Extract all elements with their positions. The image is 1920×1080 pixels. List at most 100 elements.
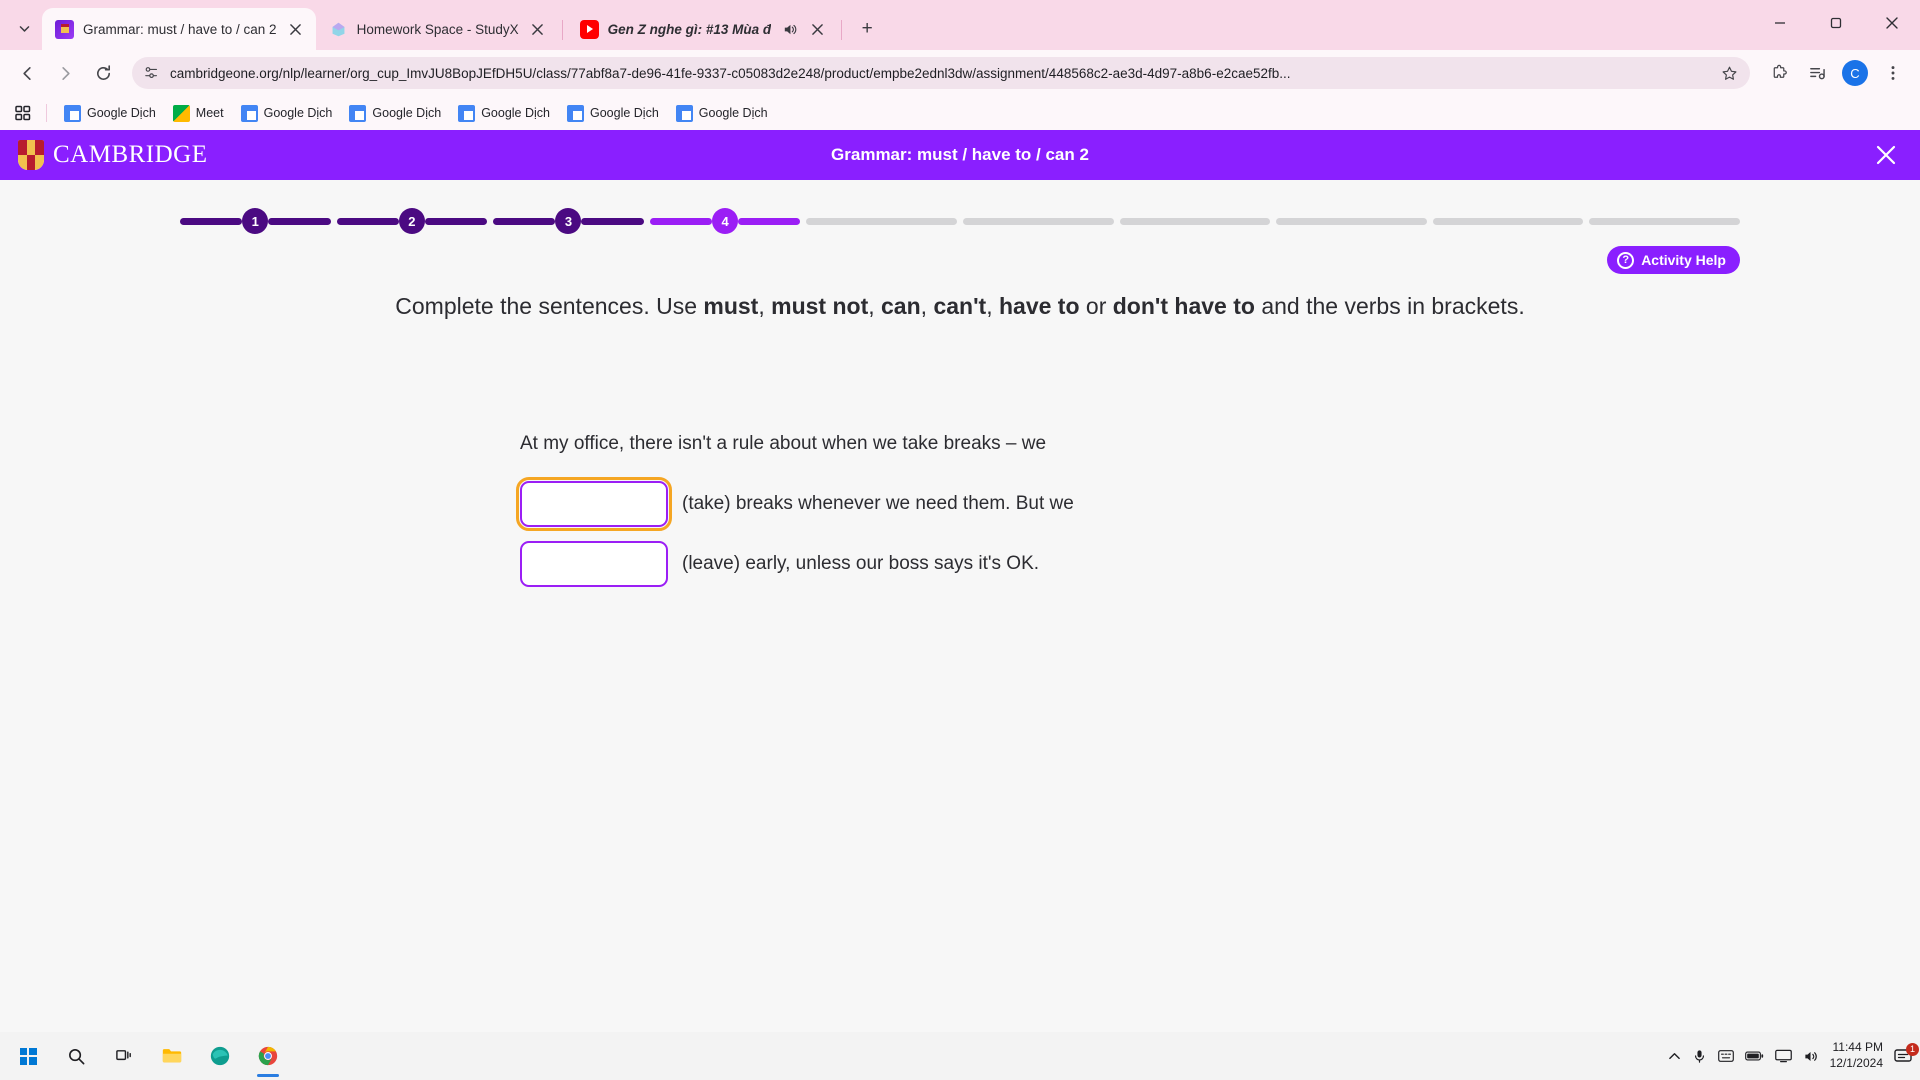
- progress-bar: 1 2 3 4: [160, 180, 1760, 234]
- taskbar-icons: [6, 1034, 290, 1078]
- bookmark-label: Meet: [195, 106, 224, 120]
- instruction-part-6: ,: [920, 293, 934, 319]
- browser-tab-studyx[interactable]: Homework Space - StudyX: [316, 8, 558, 50]
- tab-divider: [561, 20, 563, 40]
- close-icon[interactable]: [528, 19, 548, 39]
- tab-title: Grammar: must / have to / can 2: [83, 21, 277, 37]
- volume-icon[interactable]: [1803, 1049, 1819, 1064]
- ime-icon[interactable]: [1717, 1049, 1734, 1063]
- notification-bell-icon[interactable]: 1: [1894, 1043, 1919, 1064]
- cambridge-logo[interactable]: CAMBRIDGE: [18, 140, 208, 170]
- browser-tab-cambridge[interactable]: Grammar: must / have to / can 2: [42, 8, 316, 50]
- system-tray: 11:44 PM 12/1/2024 1: [1668, 1040, 1919, 1071]
- extensions-icon[interactable]: [1762, 56, 1796, 90]
- tab-audio-icon[interactable]: [780, 22, 798, 37]
- activity-header: CAMBRIDGE Grammar: must / have to / can …: [0, 130, 1920, 180]
- instruction-part-2: ,: [758, 293, 772, 319]
- close-window-icon[interactable]: [1864, 0, 1920, 46]
- bookmark-label: Google Dịch: [481, 106, 550, 120]
- start-button[interactable]: [6, 1034, 50, 1078]
- bookmarks-bar: Google Dịch Meet Google Dịch Google Dịch…: [0, 96, 1920, 130]
- close-activity-icon[interactable]: [1876, 145, 1896, 165]
- clock-time: 11:44 PM: [1832, 1040, 1883, 1055]
- bookmark-item-1[interactable]: Meet: [166, 102, 231, 125]
- bookmark-item-2[interactable]: Google Dịch: [234, 102, 340, 125]
- show-hidden-icons-chevron[interactable]: [1668, 1050, 1681, 1063]
- studyx-icon: [329, 20, 348, 39]
- site-settings-icon[interactable]: [144, 65, 160, 81]
- instruction-part-11: don't have to: [1112, 293, 1255, 319]
- translate-icon: [64, 104, 81, 122]
- instruction-part-1: must: [703, 293, 759, 319]
- clock-date: 12/1/2024: [1829, 1056, 1883, 1070]
- media-control-icon[interactable]: [1800, 56, 1834, 90]
- new-tab-button[interactable]: +: [852, 14, 882, 44]
- display-icon[interactable]: [1774, 1049, 1792, 1063]
- close-icon[interactable]: [286, 19, 306, 39]
- activity-card: 1 2 3 4 ? Activity Help Complete the sen…: [160, 180, 1760, 1032]
- bookmark-item-3[interactable]: Google Dịch: [342, 102, 448, 125]
- search-button[interactable]: [54, 1034, 98, 1078]
- progress-step-8[interactable]: [1276, 217, 1427, 225]
- avatar[interactable]: C: [1838, 56, 1872, 90]
- bookmark-item-6[interactable]: Google Dịch: [669, 102, 775, 125]
- instruction-part-4: ,: [868, 293, 882, 319]
- star-icon[interactable]: [1721, 65, 1738, 82]
- page-title: Grammar: must / have to / can 2: [831, 145, 1089, 164]
- close-icon[interactable]: [807, 19, 827, 39]
- task-view-button[interactable]: [102, 1034, 146, 1078]
- progress-step-2[interactable]: 2: [336, 208, 488, 234]
- back-icon[interactable]: [10, 56, 44, 90]
- gap-input-2[interactable]: [520, 541, 668, 588]
- instruction-part-10: or: [1079, 293, 1113, 319]
- progress-step-9[interactable]: [1432, 217, 1584, 225]
- progress-step-number: 4: [712, 208, 739, 234]
- clock[interactable]: 11:44 PM 12/1/2024: [1830, 1040, 1883, 1071]
- brand-name: CAMBRIDGE: [53, 141, 208, 168]
- progress-step-5[interactable]: [806, 217, 957, 225]
- progress-step-3[interactable]: 3: [493, 208, 644, 234]
- instruction-part-0: Complete the sentences. Use: [395, 293, 704, 319]
- progress-step-7[interactable]: [1119, 217, 1271, 225]
- minimize-icon[interactable]: [1752, 0, 1808, 46]
- bookmark-item-5[interactable]: Google Dịch: [560, 102, 666, 125]
- progress-step-6[interactable]: [962, 217, 1114, 225]
- activity-help-button[interactable]: ? Activity Help: [1607, 246, 1740, 274]
- progress-step-10[interactable]: [1589, 217, 1740, 225]
- bookmark-label: Google Dịch: [263, 106, 333, 120]
- chrome-button[interactable]: [246, 1034, 290, 1078]
- maximize-icon[interactable]: [1808, 0, 1864, 46]
- exercise-area: At my office, there isn't a rule about w…: [160, 323, 1760, 588]
- bookmark-item-0[interactable]: Google Dịch: [57, 102, 163, 125]
- gap-input-1[interactable]: [516, 477, 672, 532]
- battery-icon[interactable]: [1744, 1050, 1764, 1062]
- instruction-part-7: can't: [933, 293, 987, 319]
- progress-step-1[interactable]: 1: [180, 208, 331, 234]
- instruction-part-9: have to: [998, 293, 1080, 319]
- gap-after-text-2: (leave) early, unless our boss says it's…: [682, 553, 1040, 575]
- browser-tab-youtube[interactable]: Gen Z nghe gì: #13 Mùa đ: [567, 8, 838, 50]
- file-explorer-button[interactable]: [150, 1034, 194, 1078]
- microphone-icon[interactable]: [1692, 1049, 1707, 1064]
- bookmark-label: Google Dịch: [87, 106, 156, 120]
- three-dot-menu-icon[interactable]: [1876, 56, 1910, 90]
- address-bar[interactable]: cambridgeone.org/nlp/learner/org_cup_Imv…: [132, 57, 1750, 89]
- forward-icon[interactable]: [48, 56, 82, 90]
- edge-button[interactable]: [198, 1034, 242, 1078]
- profile-initial: C: [1842, 60, 1868, 86]
- tab-title: Gen Z nghe gì: #13 Mùa đ: [607, 21, 772, 37]
- meet-icon: [172, 104, 190, 122]
- all-bookmarks-icon[interactable]: [10, 100, 36, 126]
- exercise-lead-text: At my office, there isn't a rule about w…: [520, 433, 1047, 455]
- reload-icon[interactable]: [86, 56, 120, 90]
- progress-step-4[interactable]: 4: [649, 208, 801, 234]
- instruction-part-5: can: [881, 293, 921, 319]
- translate-icon: [458, 104, 476, 122]
- exercise-gap-row-1: (take) breaks whenever we need them. But…: [516, 477, 1760, 532]
- bookmark-item-4[interactable]: Google Dịch: [451, 102, 557, 125]
- activity-help-label: Activity Help: [1641, 252, 1726, 268]
- url-text[interactable]: cambridgeone.org/nlp/learner/org_cup_Imv…: [170, 66, 1711, 81]
- tab-search-button[interactable]: [6, 8, 42, 48]
- gap-after-text-1: (take) breaks whenever we need them. But…: [682, 493, 1074, 515]
- browser-toolbar: cambridgeone.org/nlp/learner/org_cup_Imv…: [0, 50, 1920, 96]
